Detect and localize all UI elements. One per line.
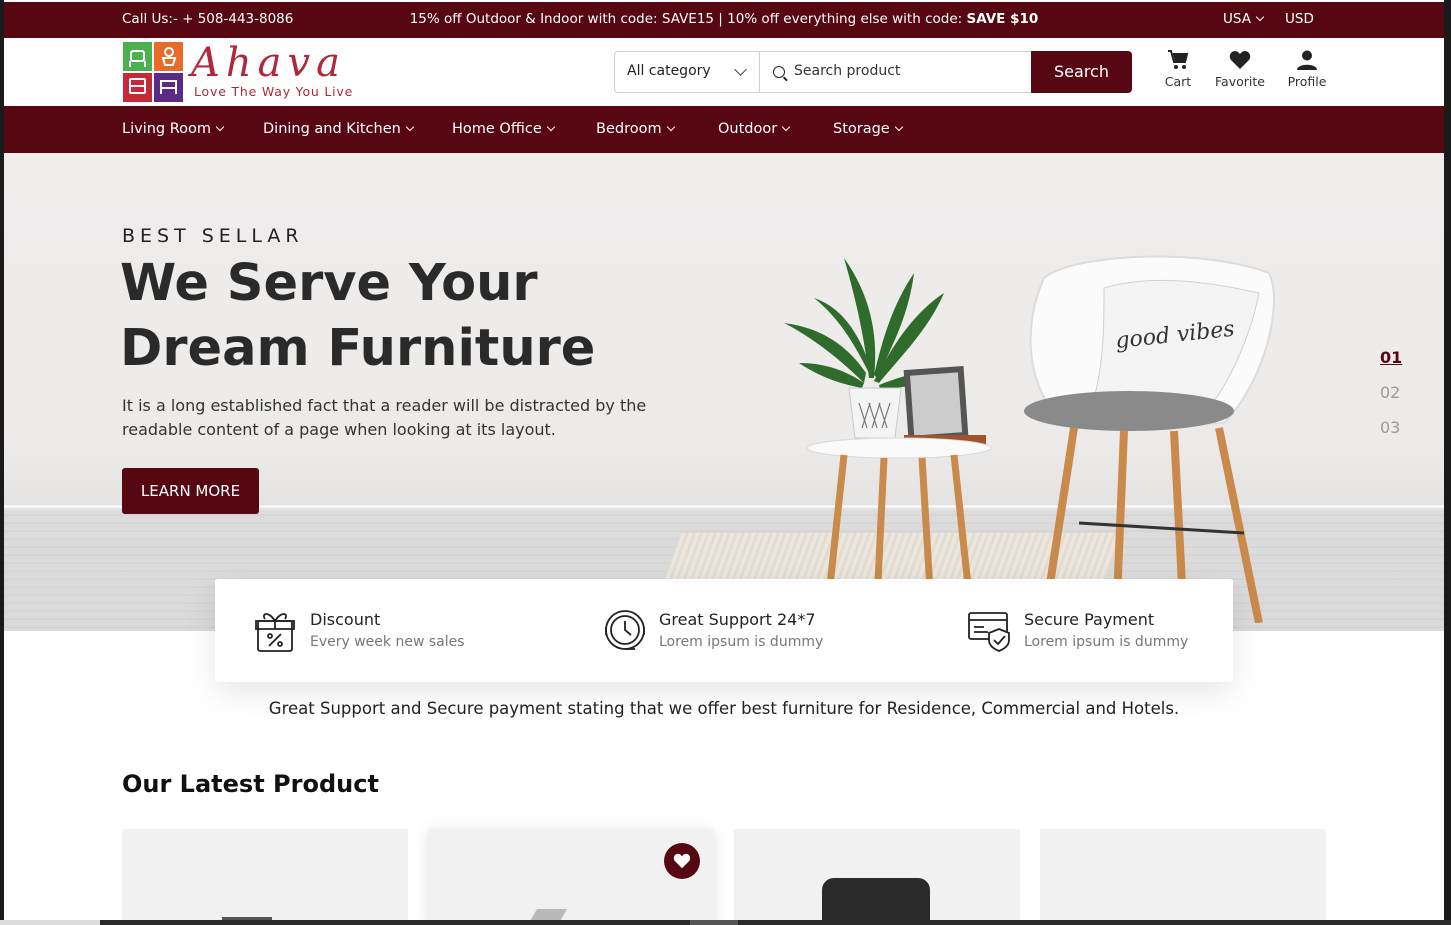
search-button[interactable]: Search: [1031, 51, 1132, 93]
site-header: Ahava Love The Way You Live All category…: [4, 38, 1444, 106]
user-icon: [1297, 50, 1317, 70]
category-nav: Living Room Dining and Kitchen Home Offi…: [4, 106, 1444, 153]
hero-eyebrow: BEST SELLAR: [122, 225, 304, 247]
chevron-down-icon: [1255, 12, 1265, 22]
nav-item-label: Outdoor: [718, 121, 778, 137]
product-card[interactable]: [1040, 829, 1326, 920]
profile-label: Profile: [1287, 74, 1327, 89]
slide-indicator-1[interactable]: 01: [1380, 348, 1402, 367]
nav-item-dining-kitchen[interactable]: Dining and Kitchen: [263, 121, 415, 137]
support-clock-icon: [605, 610, 645, 650]
brand-logo[interactable]: Ahava Love The Way You Live: [123, 40, 373, 104]
nav-item-home-office[interactable]: Home Office: [452, 121, 556, 137]
nav-item-bedroom[interactable]: Bedroom: [596, 121, 675, 137]
cart-label: Cart: [1164, 74, 1192, 89]
nav-item-label: Home Office: [452, 121, 542, 137]
product-card[interactable]: [428, 829, 714, 920]
feature-title: Secure Payment: [1024, 610, 1155, 629]
nav-item-label: Living Room: [122, 121, 212, 137]
page: Call Us:- + 508-443-8086 15% off Outdoor…: [4, 0, 1444, 920]
feature-title: Great Support 24*7: [659, 610, 816, 629]
secure-card-icon: [968, 612, 1010, 652]
product-image: [822, 878, 930, 920]
country-selector[interactable]: USA: [1223, 11, 1265, 27]
chevron-down-icon: [894, 122, 903, 132]
heart-icon: [1229, 51, 1251, 69]
chevron-down-icon: [666, 122, 675, 132]
feature-subtitle: Lorem ipsum is dummy: [659, 634, 824, 650]
logo-mark: [123, 42, 184, 102]
search-icon: [773, 66, 785, 78]
nav-item-label: Storage: [833, 121, 890, 137]
slide-indicator-3[interactable]: 03: [1380, 418, 1400, 437]
promo-description: 15% off Outdoor & Indoor with code: SAVE…: [409, 11, 967, 27]
logo-tagline: Love The Way You Live: [194, 84, 354, 99]
category-select-value: All category: [627, 63, 711, 79]
hero-title: We Serve Your Dream Furniture: [120, 254, 596, 378]
heart-icon: [673, 853, 691, 869]
currency-label[interactable]: USD: [1285, 11, 1314, 27]
chevron-down-icon: [546, 122, 556, 132]
hero-banner: good vibes BEST SELLAR We Serve Your Dre…: [4, 153, 1444, 631]
chevron-down-icon: [781, 122, 791, 132]
nav-item-living-room[interactable]: Living Room: [122, 121, 225, 137]
category-select[interactable]: All category: [614, 51, 759, 93]
promo-code: SAVE $10: [966, 11, 1039, 27]
profile-link[interactable]: Profile: [1285, 50, 1329, 89]
chevron-down-icon: [734, 63, 747, 76]
country-label: USA: [1223, 11, 1251, 27]
chevron-down-icon: [215, 122, 225, 132]
scrollbar-segment: [690, 920, 738, 925]
nav-item-outdoor[interactable]: Outdoor: [718, 121, 791, 137]
hero-description: It is a long established fact that a rea…: [122, 396, 647, 439]
search-placeholder: Search product: [794, 63, 901, 79]
feature-subtitle: Every week new sales: [310, 634, 465, 650]
logo-wordmark: Ahava: [191, 40, 346, 86]
slide-indicator-2[interactable]: 02: [1380, 383, 1400, 402]
gift-discount-icon: [255, 613, 295, 652]
product-card[interactable]: [734, 829, 1020, 920]
nav-item-label: Dining and Kitchen: [263, 121, 401, 137]
cart-icon: [1168, 50, 1189, 69]
search-input[interactable]: Search product: [759, 51, 1033, 93]
latest-products-heading: Our Latest Product: [122, 770, 379, 798]
feature-subtitle: Lorem ipsum is dummy: [1024, 634, 1189, 650]
promo-bar: Call Us:- + 508-443-8086 15% off Outdoor…: [4, 2, 1444, 38]
feature-title: Discount: [310, 610, 381, 629]
features-card: Discount Every week new sales Great Supp…: [215, 579, 1233, 682]
learn-more-button[interactable]: LEARN MORE: [122, 468, 259, 514]
scrollbar-thumb[interactable]: [0, 920, 100, 925]
chevron-down-icon: [405, 122, 415, 132]
nav-item-label: Bedroom: [596, 121, 662, 137]
product-image: [528, 909, 568, 920]
favorite-label: Favorite: [1215, 74, 1265, 89]
favorite-link[interactable]: Favorite: [1212, 50, 1268, 89]
product-card[interactable]: [122, 829, 408, 920]
favorite-button[interactable]: [664, 843, 700, 879]
support-tagline: Great Support and Secure payment stating…: [268, 699, 1180, 718]
hero-furniture-image: good vibes: [784, 255, 1275, 623]
cart-link[interactable]: Cart: [1160, 50, 1196, 89]
nav-item-storage[interactable]: Storage: [833, 121, 903, 137]
